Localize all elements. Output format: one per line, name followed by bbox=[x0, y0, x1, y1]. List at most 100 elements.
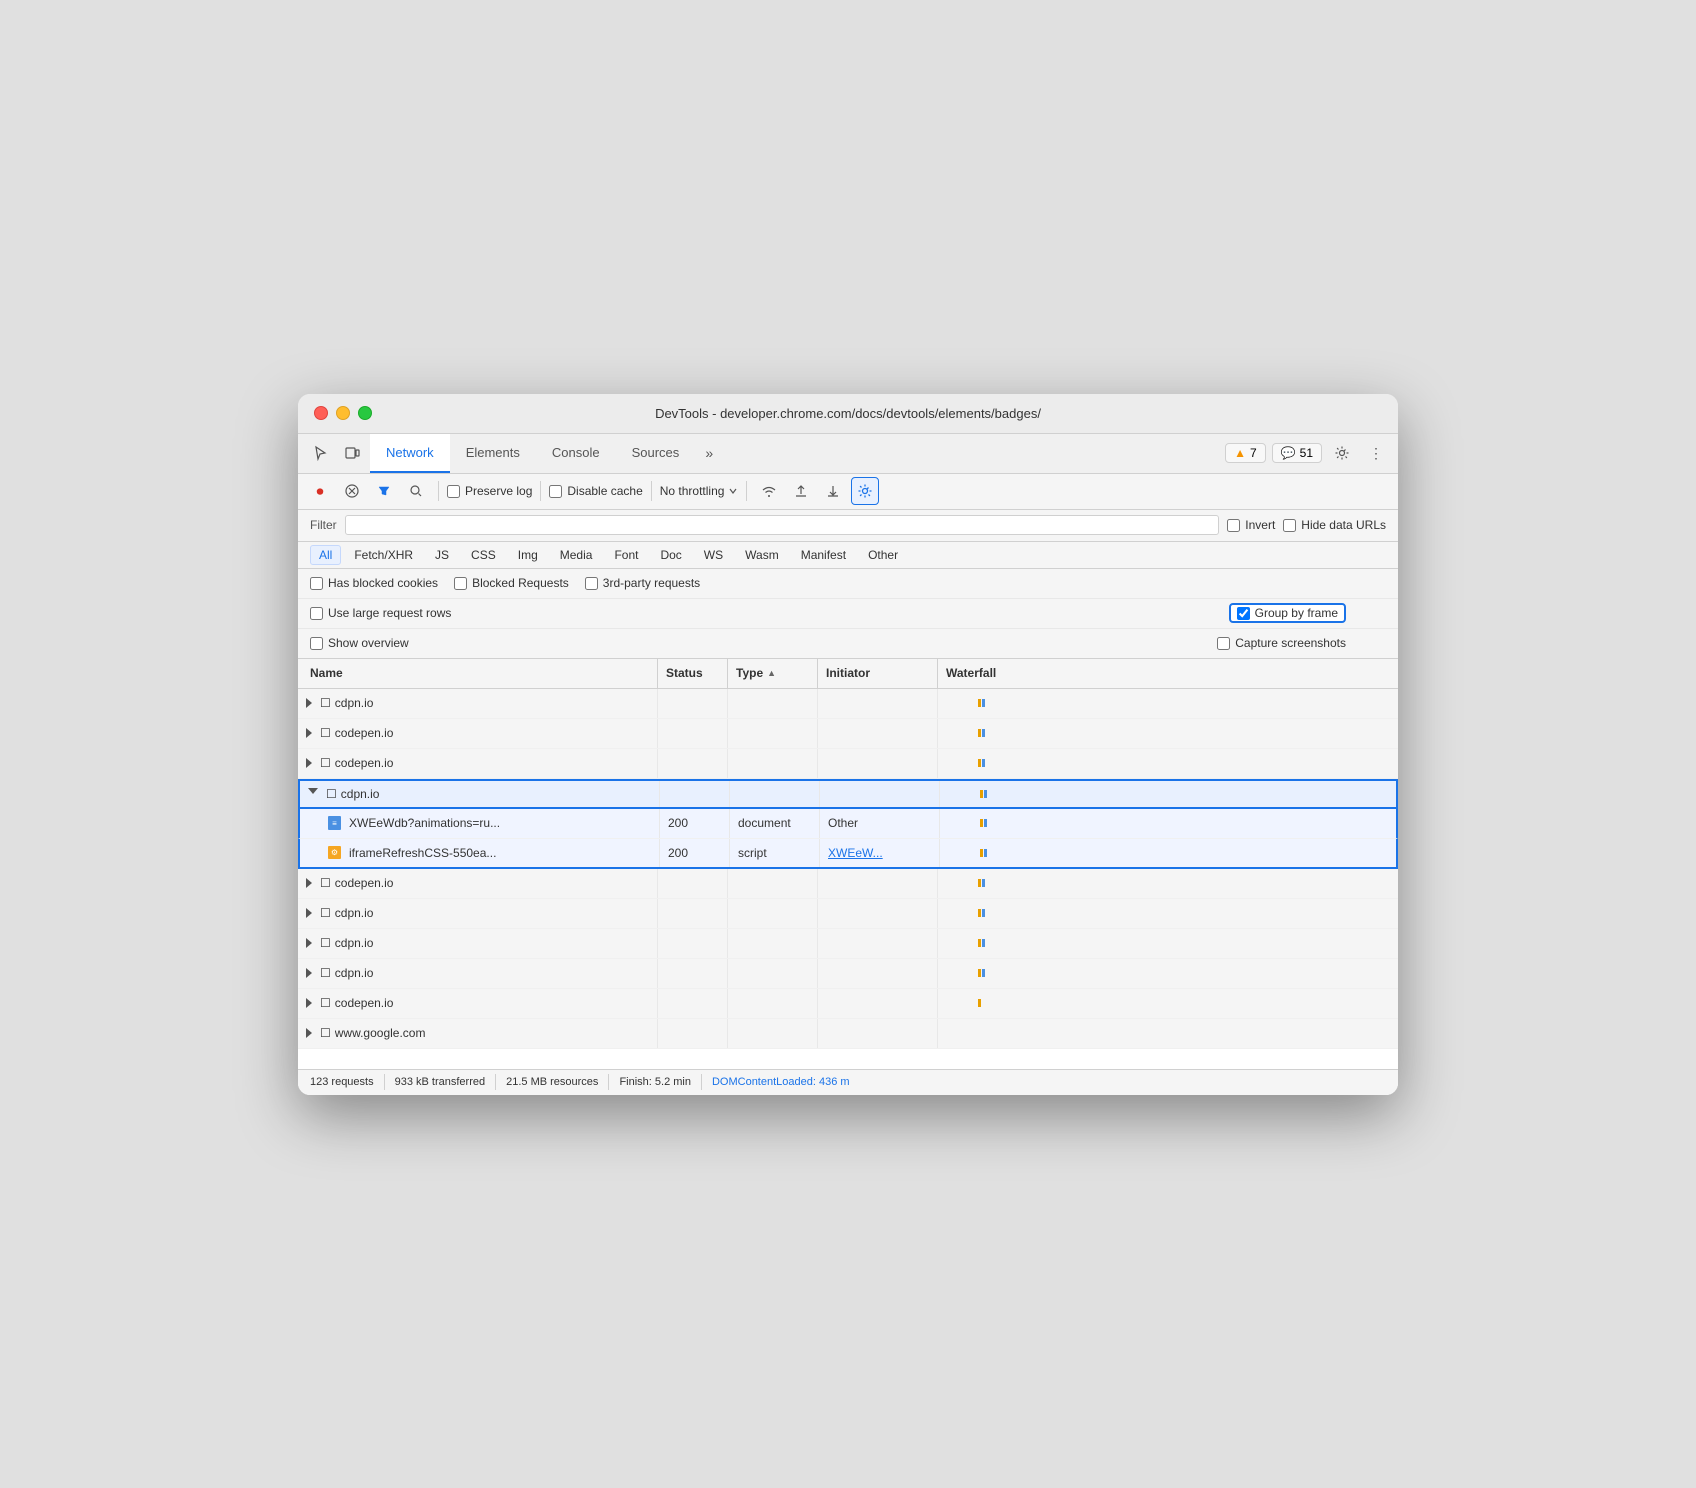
third-party-label[interactable]: 3rd-party requests bbox=[585, 576, 700, 590]
hide-data-urls-checkbox[interactable] bbox=[1283, 519, 1296, 532]
disable-cache-checkbox[interactable] bbox=[549, 485, 562, 498]
table-row[interactable]: ☐ cdpn.io bbox=[298, 929, 1398, 959]
col-type-header[interactable]: Type ▲ bbox=[728, 659, 818, 688]
more-tabs-button[interactable]: » bbox=[695, 439, 723, 467]
collapse-icon[interactable] bbox=[306, 968, 312, 978]
collapse-icon[interactable] bbox=[306, 938, 312, 948]
collapse-icon[interactable] bbox=[306, 758, 312, 768]
collapse-icon[interactable] bbox=[306, 728, 312, 738]
table-row-selected-group[interactable]: ☐ cdpn.io bbox=[298, 779, 1398, 809]
more-options-button[interactable]: ⋮ bbox=[1362, 439, 1390, 467]
expand-icon[interactable] bbox=[308, 788, 318, 799]
tab-sources[interactable]: Sources bbox=[616, 433, 696, 473]
table-row[interactable]: ☐ codepen.io bbox=[298, 989, 1398, 1019]
filter-other[interactable]: Other bbox=[859, 545, 907, 565]
filter-img[interactable]: Img bbox=[509, 545, 547, 565]
separator-3 bbox=[651, 481, 652, 501]
filter-wasm[interactable]: Wasm bbox=[736, 545, 788, 565]
filter-ws[interactable]: WS bbox=[695, 545, 732, 565]
blocked-requests-checkbox[interactable] bbox=[454, 577, 467, 590]
table-row[interactable]: ☐ cdpn.io bbox=[298, 689, 1398, 719]
col-initiator-header[interactable]: Initiator bbox=[818, 659, 938, 688]
filter-all[interactable]: All bbox=[310, 545, 341, 565]
filter-css[interactable]: CSS bbox=[462, 545, 505, 565]
blocked-cookies-label[interactable]: Has blocked cookies bbox=[310, 576, 438, 590]
table-row[interactable]: ☐ cdpn.io bbox=[298, 959, 1398, 989]
search-button[interactable] bbox=[402, 477, 430, 505]
upload-icon[interactable] bbox=[787, 477, 815, 505]
hide-data-urls-label[interactable]: Hide data URLs bbox=[1283, 518, 1386, 532]
minimize-button[interactable] bbox=[336, 406, 350, 420]
message-badge[interactable]: 💬 51 bbox=[1272, 443, 1322, 463]
filter-js[interactable]: JS bbox=[426, 545, 458, 565]
preserve-log-label[interactable]: Preserve log bbox=[447, 484, 532, 498]
table-row-doc[interactable]: ≡ XWEeWdb?animations=ru... 200 document … bbox=[298, 809, 1398, 839]
warning-badge[interactable]: ▲ 7 bbox=[1225, 443, 1266, 463]
group-by-frame-checkbox[interactable] bbox=[1237, 607, 1250, 620]
filter-manifest[interactable]: Manifest bbox=[792, 545, 855, 565]
throttle-select[interactable]: No throttling bbox=[660, 484, 739, 498]
invert-label[interactable]: Invert bbox=[1227, 518, 1275, 532]
settings-button[interactable] bbox=[1328, 439, 1356, 467]
blocked-cookies-checkbox[interactable] bbox=[310, 577, 323, 590]
col-name-header[interactable]: Name bbox=[298, 659, 658, 688]
third-party-checkbox[interactable] bbox=[585, 577, 598, 590]
collapse-icon[interactable] bbox=[306, 908, 312, 918]
table-row[interactable]: ☐ codepen.io bbox=[298, 749, 1398, 779]
close-button[interactable] bbox=[314, 406, 328, 420]
filter-media[interactable]: Media bbox=[551, 545, 602, 565]
table-row[interactable]: ☐ codepen.io bbox=[298, 869, 1398, 899]
table-row-script[interactable]: ⚙ iframeRefreshCSS-550ea... 200 script X… bbox=[298, 839, 1398, 869]
record-button[interactable]: ⏺ bbox=[306, 477, 334, 505]
separator-4 bbox=[746, 481, 747, 501]
folder-icon-8: ☐ bbox=[320, 906, 331, 920]
doc-file-icon: ≡ bbox=[328, 816, 341, 830]
devtools-window: DevTools - developer.chrome.com/docs/dev… bbox=[298, 394, 1398, 1095]
capture-screenshots-label[interactable]: Capture screenshots bbox=[1217, 636, 1346, 650]
tab-elements[interactable]: Elements bbox=[450, 433, 536, 473]
devtools-panel: Network Elements Console Sources » ▲ 7 bbox=[298, 434, 1398, 1095]
cursor-icon[interactable] bbox=[306, 439, 334, 467]
large-rows-label[interactable]: Use large request rows bbox=[310, 606, 451, 620]
tab-network[interactable]: Network bbox=[370, 433, 450, 473]
filter-font[interactable]: Font bbox=[605, 545, 647, 565]
table-row[interactable]: ☐ www.google.com bbox=[298, 1019, 1398, 1049]
group-by-frame-label[interactable]: Group by frame bbox=[1237, 606, 1338, 620]
collapse-icon[interactable] bbox=[306, 698, 312, 708]
col-status-header[interactable]: Status bbox=[658, 659, 728, 688]
table-row[interactable]: ☐ codepen.io bbox=[298, 719, 1398, 749]
table-row[interactable]: ☐ cdpn.io bbox=[298, 899, 1398, 929]
show-overview-label[interactable]: Show overview bbox=[310, 636, 828, 650]
col-waterfall-header[interactable]: Waterfall bbox=[938, 659, 1398, 688]
network-settings-button[interactable] bbox=[851, 477, 879, 505]
disable-cache-label[interactable]: Disable cache bbox=[549, 484, 642, 498]
blocked-requests-label[interactable]: Blocked Requests bbox=[454, 576, 569, 590]
maximize-button[interactable] bbox=[358, 406, 372, 420]
row-name-9: ☐ cdpn.io bbox=[298, 929, 658, 958]
status-bar: 123 requests 933 kB transferred 21.5 MB … bbox=[298, 1069, 1398, 1095]
clear-button[interactable] bbox=[338, 477, 366, 505]
device-icon[interactable] bbox=[338, 439, 366, 467]
capture-screenshots-checkbox[interactable] bbox=[1217, 637, 1230, 650]
collapse-icon[interactable] bbox=[306, 1028, 312, 1038]
large-rows-checkbox[interactable] bbox=[310, 607, 323, 620]
row-name-8: ☐ cdpn.io bbox=[298, 899, 658, 928]
download-icon[interactable] bbox=[819, 477, 847, 505]
requests-count: 123 requests bbox=[310, 1076, 374, 1088]
filter-icon[interactable] bbox=[370, 477, 398, 505]
transferred-size: 933 kB transferred bbox=[395, 1076, 486, 1088]
preserve-log-checkbox[interactable] bbox=[447, 485, 460, 498]
tab-console[interactable]: Console bbox=[536, 433, 616, 473]
collapse-icon[interactable] bbox=[306, 878, 312, 888]
group-by-frame-wrapper: Group by frame bbox=[1229, 603, 1346, 623]
collapse-icon[interactable] bbox=[306, 998, 312, 1008]
row-name-12: ☐ www.google.com bbox=[298, 1019, 658, 1048]
tab-bar-right: ▲ 7 💬 51 ⋮ bbox=[1225, 439, 1390, 467]
filter-types-bar: All Fetch/XHR JS CSS Img Media Font Doc … bbox=[298, 542, 1398, 569]
invert-checkbox[interactable] bbox=[1227, 519, 1240, 532]
initiator-link[interactable]: XWEeW... bbox=[828, 846, 883, 860]
filter-fetch[interactable]: Fetch/XHR bbox=[345, 545, 422, 565]
wifi-icon[interactable] bbox=[755, 477, 783, 505]
show-overview-checkbox[interactable] bbox=[310, 637, 323, 650]
filter-doc[interactable]: Doc bbox=[651, 545, 690, 565]
